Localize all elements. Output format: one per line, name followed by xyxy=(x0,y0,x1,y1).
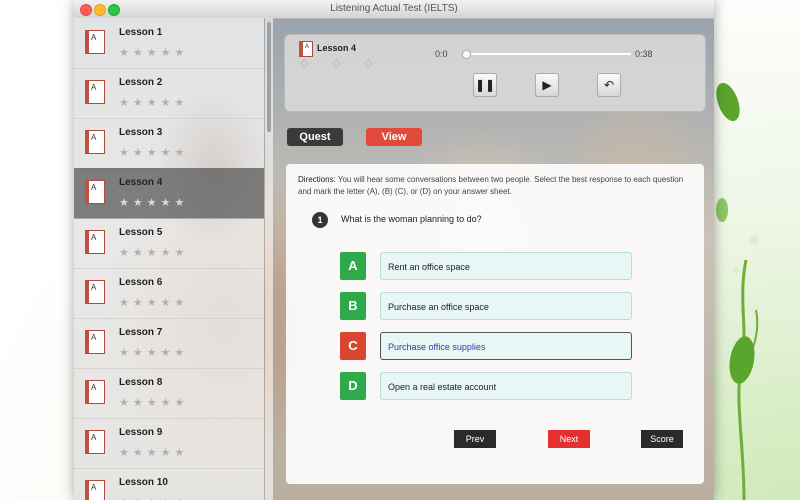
star-rating: ★★★★★ xyxy=(119,347,189,359)
play-button[interactable]: ▶ xyxy=(535,73,559,97)
sidebar-item-lesson[interactable]: Lesson 9 ★★★★★ xyxy=(74,418,264,469)
star-rating: ★★★★★ xyxy=(119,47,189,59)
next-button[interactable]: Next xyxy=(548,430,590,448)
diamond-icon: ♢ xyxy=(363,57,374,71)
undo-icon: ↶ xyxy=(603,78,615,92)
star-rating: ★★★★★ xyxy=(119,147,189,159)
star-rating: ★★★★★ xyxy=(119,447,189,459)
lesson-label: Lesson 9 xyxy=(119,427,163,438)
lesson-label: Lesson 3 xyxy=(119,127,163,138)
lesson-label: Lesson 6 xyxy=(119,277,163,288)
book-icon xyxy=(85,30,105,54)
sidebar-item-lesson[interactable]: Lesson 10 ★★★★★ xyxy=(74,468,264,500)
star-rating: ★★★★★ xyxy=(119,496,188,500)
book-icon xyxy=(85,330,105,354)
star-rating: ★★★★★ xyxy=(119,397,189,409)
question-panel: Directions: You will hear some conversat… xyxy=(286,164,704,484)
option-letter-b[interactable]: B xyxy=(340,292,366,320)
option-c[interactable]: Purchase office supplies xyxy=(380,332,632,360)
lesson-label: Lesson 1 xyxy=(119,27,163,38)
score-button[interactable]: Score xyxy=(641,430,683,448)
time-current: 0:0 xyxy=(435,49,448,59)
option-a[interactable]: Rent an office space xyxy=(380,252,632,280)
player-lesson-title: Lesson 4 xyxy=(317,43,357,53)
book-icon xyxy=(85,130,105,154)
tab-view[interactable]: View xyxy=(366,128,422,146)
lesson-label: Lesson 7 xyxy=(119,327,163,338)
audio-player: Lesson 4 ♢ ♢ ♢ 0:0 0:38 ❚❚ ▶ ↶ xyxy=(284,34,706,112)
book-icon xyxy=(85,280,105,304)
prev-button[interactable]: Prev xyxy=(454,430,496,448)
option-d[interactable]: Open a real estate account xyxy=(380,372,632,400)
sidebar-scrollbar[interactable] xyxy=(265,18,273,500)
scrollbar-thumb[interactable] xyxy=(267,22,271,132)
sidebar-item-lesson[interactable]: Lesson 2 ★★★★★ xyxy=(74,68,264,119)
book-icon xyxy=(85,230,105,254)
star-rating: ★★★★★ xyxy=(119,197,189,209)
book-icon xyxy=(85,480,105,500)
sidebar-item-lesson[interactable]: Lesson 1 ★★★★★ xyxy=(74,18,264,69)
question-text: What is the woman planning to do? xyxy=(341,214,482,224)
play-icon: ▶ xyxy=(542,78,552,92)
pause-icon: ❚❚ xyxy=(474,78,496,92)
lesson-label: Lesson 5 xyxy=(119,227,163,238)
pause-button[interactable]: ❚❚ xyxy=(473,73,497,97)
book-icon xyxy=(85,180,105,204)
sidebar-item-lesson[interactable]: Lesson 3 ★★★★★ xyxy=(74,118,264,169)
directions-body: You will hear some conversations between… xyxy=(298,175,684,196)
window-title: Listening Actual Test (IELTS) xyxy=(330,3,458,14)
directions-text: Directions: You will hear some conversat… xyxy=(298,174,694,198)
sidebar-item-lesson[interactable]: Lesson 4 ★★★★★ xyxy=(74,168,264,219)
directions-label: Directions: xyxy=(298,175,336,184)
question-number: 1 xyxy=(312,212,328,228)
progress-track[interactable] xyxy=(462,50,631,59)
book-icon xyxy=(85,80,105,104)
tab-quest[interactable]: Quest xyxy=(287,128,343,146)
star-rating: ★★★★★ xyxy=(119,97,189,109)
replay-button[interactable]: ↶ xyxy=(597,73,621,97)
title-bar: Listening Actual Test (IELTS) xyxy=(74,0,714,19)
sidebar-item-lesson[interactable]: Lesson 7 ★★★★★ xyxy=(74,318,264,369)
option-letter-d[interactable]: D xyxy=(340,372,366,400)
option-letter-c[interactable]: C xyxy=(340,332,366,360)
option-letter-a[interactable]: A xyxy=(340,252,366,280)
sidebar-item-lesson[interactable]: Lesson 6 ★★★★★ xyxy=(74,268,264,319)
time-total: 0:38 xyxy=(635,49,653,59)
star-rating: ★★★★★ xyxy=(119,247,189,259)
app-window: Listening Actual Test (IELTS) Lesson 1 ★★… xyxy=(74,0,714,500)
diamond-icon: ♢ xyxy=(331,57,342,71)
progress-knob[interactable] xyxy=(462,50,471,59)
lesson-label: Lesson 4 xyxy=(119,177,163,188)
star-rating: ★★★★★ xyxy=(119,297,189,309)
diamond-icon: ♢ xyxy=(299,57,310,71)
lesson-sidebar: Lesson 1★★★★★Lesson 2★★★★★Lesson 3★★★★★L… xyxy=(74,18,264,500)
sidebar-item-lesson[interactable]: Lesson 8 ★★★★★ xyxy=(74,368,264,419)
sidebar-item-lesson[interactable]: Lesson 5 ★★★★★ xyxy=(74,218,264,269)
lesson-label: Lesson 10 xyxy=(119,477,168,488)
book-icon xyxy=(85,430,105,454)
book-icon xyxy=(299,41,313,57)
option-b[interactable]: Purchase an office space xyxy=(380,292,632,320)
vine-decoration xyxy=(716,82,759,500)
lesson-label: Lesson 8 xyxy=(119,377,163,388)
book-icon xyxy=(85,380,105,404)
lesson-label: Lesson 2 xyxy=(119,77,163,88)
